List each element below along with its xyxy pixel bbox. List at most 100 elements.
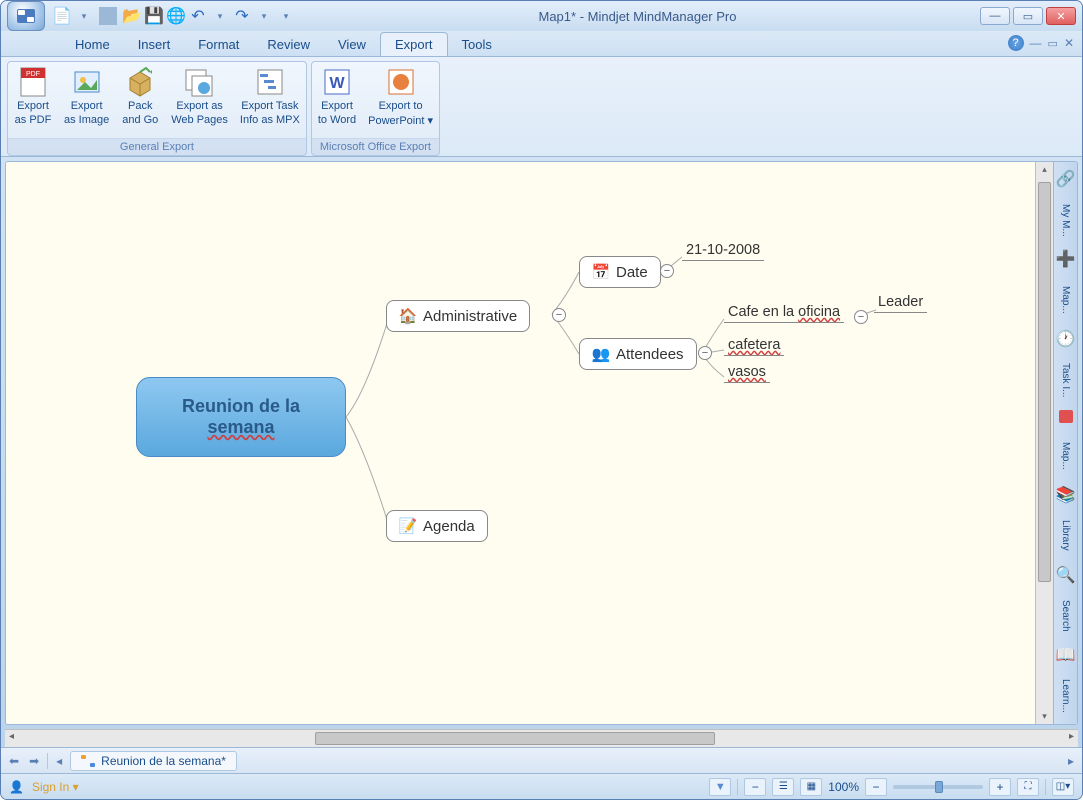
- ribbon-restore-icon[interactable]: ▭: [1048, 37, 1058, 50]
- close-button[interactable]: ✕: [1046, 7, 1076, 25]
- zoom-slider[interactable]: [893, 785, 983, 789]
- signin-button[interactable]: Sign In ▾: [32, 780, 79, 794]
- open-icon[interactable]: 📂: [123, 7, 141, 25]
- svg-text:PDF: PDF: [26, 71, 40, 78]
- ribbon-group-office-export: W Export to Word Export to PowerPoint ▾ …: [311, 61, 440, 156]
- export-as-image-button[interactable]: Export as Image: [58, 62, 115, 138]
- tab-scroll-left-icon[interactable]: ◂: [54, 754, 64, 768]
- save-icon[interactable]: 💾: [145, 7, 163, 25]
- zoom-thumb[interactable]: [935, 781, 943, 793]
- export-as-pdf-button[interactable]: PDF Export as PDF: [8, 62, 58, 138]
- outline-view-icon[interactable]: ☰: [772, 778, 794, 796]
- nav-forward-icon[interactable]: ➡: [27, 754, 41, 768]
- task-panes: 🔗 My M... ➕ Map... 🕐 Task I... Map... 📚 …: [1053, 162, 1077, 724]
- window-controls: — ▭ ✕: [980, 7, 1082, 25]
- map-icon: [81, 755, 95, 767]
- quick-access-toolbar: 📄 ▾ 📂 💾 🌐 ↶ ▾ ↷ ▾ ▾: [53, 7, 295, 25]
- tab-tools[interactable]: Tools: [448, 33, 506, 56]
- tab-format[interactable]: Format: [184, 33, 253, 56]
- people-icon: 👥: [592, 345, 610, 363]
- subtopic-attendee[interactable]: vasos: [724, 364, 770, 383]
- map-view-icon[interactable]: ▦: [800, 778, 822, 796]
- side-tab-search[interactable]: Search: [1055, 588, 1077, 644]
- export-web-pages-button[interactable]: Export as Web Pages: [165, 62, 234, 138]
- box-icon: [124, 66, 156, 98]
- home-icon: 🏠: [399, 307, 417, 325]
- zoom-plus-icon[interactable]: +: [989, 778, 1011, 796]
- mymaps-icon[interactable]: 🔗: [1057, 170, 1075, 188]
- taskinfo-icon[interactable]: 🕐: [1057, 330, 1075, 348]
- maximize-button[interactable]: ▭: [1013, 7, 1043, 25]
- undo-icon[interactable]: ↶: [189, 7, 207, 25]
- search-icon[interactable]: 🔍: [1057, 566, 1075, 584]
- ribbon-minimize-icon[interactable]: —: [1030, 36, 1042, 50]
- pack-and-go-button[interactable]: Pack and Go: [115, 62, 165, 138]
- collapse-button[interactable]: −: [698, 346, 712, 360]
- help-icon[interactable]: ?: [1008, 35, 1024, 51]
- subtopic-attendee[interactable]: cafetera: [724, 337, 784, 356]
- ribbon-group-label: Microsoft Office Export: [312, 138, 439, 155]
- mapparts-icon[interactable]: ➕: [1057, 250, 1075, 268]
- new-dropdown-icon[interactable]: ▾: [75, 7, 93, 25]
- side-tab-mymaps[interactable]: My M...: [1055, 192, 1077, 248]
- publish-icon[interactable]: 🌐: [167, 7, 185, 25]
- horizontal-scrollbar[interactable]: ◂ ▸: [5, 729, 1078, 747]
- subtopic-attendee[interactable]: Cafe en la oficina: [724, 304, 844, 323]
- mapmarkers-icon[interactable]: [1059, 410, 1073, 423]
- topic-date[interactable]: 📅 Date: [579, 256, 661, 288]
- collapse-button[interactable]: −: [552, 308, 566, 322]
- tab-export[interactable]: Export: [380, 32, 448, 56]
- nav-back-icon[interactable]: ⬅: [7, 754, 21, 768]
- topic-administrative[interactable]: 🏠 Administrative: [386, 300, 530, 332]
- filter-icon[interactable]: ▼: [709, 778, 731, 796]
- side-tab-taskinfo[interactable]: Task I...: [1055, 352, 1077, 408]
- library-icon[interactable]: 📚: [1057, 486, 1075, 504]
- ribbon-close-icon[interactable]: ✕: [1064, 36, 1074, 50]
- topic-agenda[interactable]: 📝 Agenda: [386, 510, 488, 542]
- tab-home[interactable]: Home: [61, 33, 124, 56]
- document-tabstrip: ⬅ ➡ ◂ Reunion de la semana* ▸: [1, 747, 1082, 773]
- fit-map-icon[interactable]: ⛶: [1017, 778, 1039, 796]
- statusbar: 👤 Sign In ▾ ▼ − ☰ ▦ 100% − + ⛶ ◫▾: [1, 773, 1082, 799]
- side-tab-library[interactable]: Library: [1055, 508, 1077, 564]
- ribbon-group-label: General Export: [8, 138, 306, 155]
- side-tab-learn[interactable]: Learn...: [1055, 668, 1077, 724]
- undo-dropdown-icon[interactable]: ▾: [211, 7, 229, 25]
- learn-icon[interactable]: 📖: [1057, 646, 1075, 664]
- root-topic[interactable]: Reunion de la semana: [136, 377, 346, 457]
- word-icon: W: [321, 66, 353, 98]
- export-to-word-button[interactable]: W Export to Word: [312, 62, 362, 138]
- zoom-out-icon[interactable]: −: [744, 778, 766, 796]
- project-icon: [254, 66, 286, 98]
- subtopic-date-value[interactable]: 21-10-2008: [682, 242, 764, 261]
- hscroll-thumb[interactable]: [315, 732, 715, 745]
- window-split-icon[interactable]: ◫▾: [1052, 778, 1074, 796]
- new-doc-icon[interactable]: 📄: [53, 7, 71, 25]
- mindmap-canvas[interactable]: Reunion de la semana 🏠 Administrative − …: [6, 162, 1035, 724]
- ribbon: PDF Export as PDF Export as Image Pack a…: [1, 57, 1082, 157]
- zoom-minus-icon[interactable]: −: [865, 778, 887, 796]
- app-orb-button[interactable]: [7, 1, 45, 31]
- tab-view[interactable]: View: [324, 33, 380, 56]
- vertical-scrollbar[interactable]: ▴ ▾: [1035, 162, 1053, 724]
- side-tab-mapparts[interactable]: Map...: [1055, 272, 1077, 328]
- signin-icon[interactable]: 👤: [9, 780, 24, 794]
- minimize-button[interactable]: —: [980, 7, 1010, 25]
- tab-insert[interactable]: Insert: [124, 33, 185, 56]
- document-tab[interactable]: Reunion de la semana*: [70, 751, 237, 771]
- side-tab-mapmarkers[interactable]: Map...: [1055, 427, 1077, 483]
- tab-scroll-right-icon[interactable]: ▸: [1066, 754, 1076, 768]
- webpages-icon: [184, 66, 216, 98]
- qat-customize-icon[interactable]: ▾: [277, 7, 295, 25]
- subtopic-leader[interactable]: Leader: [874, 294, 927, 313]
- export-mpx-button[interactable]: Export Task Info as MPX: [234, 62, 306, 138]
- collapse-button[interactable]: −: [660, 264, 674, 278]
- qat-separator: [99, 7, 117, 25]
- redo-dropdown-icon[interactable]: ▾: [255, 7, 273, 25]
- collapse-button[interactable]: −: [854, 310, 868, 324]
- tab-review[interactable]: Review: [253, 33, 324, 56]
- export-to-powerpoint-button[interactable]: Export to PowerPoint ▾: [362, 62, 439, 138]
- redo-icon[interactable]: ↷: [233, 7, 251, 25]
- topic-attendees[interactable]: 👥 Attendees: [579, 338, 697, 370]
- vscroll-thumb[interactable]: [1038, 182, 1051, 582]
